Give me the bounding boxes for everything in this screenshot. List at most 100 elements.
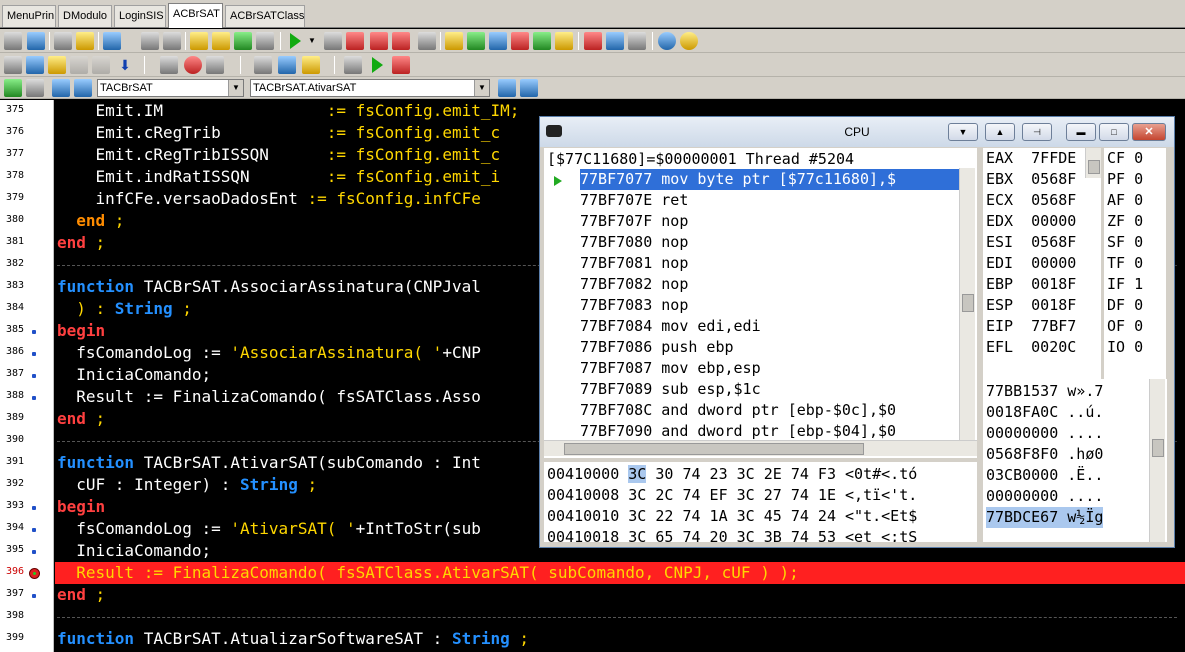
explorer-icon[interactable] bbox=[606, 32, 624, 50]
stack-scrollbar[interactable] bbox=[1149, 379, 1165, 542]
brush-icon[interactable] bbox=[302, 56, 320, 74]
flag-row[interactable]: DF 0 bbox=[1107, 295, 1143, 316]
registers-scrollbar[interactable] bbox=[1085, 148, 1101, 178]
disasm-row[interactable]: 77BF707E ret bbox=[580, 190, 688, 211]
breakpoint-icon[interactable] bbox=[29, 568, 40, 579]
code-line[interactable]: function TACBrSAT.AtualizarSoftwareSAT :… bbox=[55, 628, 1185, 650]
stack-row-selected[interactable]: 77BDCE67 w½Ïg bbox=[986, 507, 1104, 528]
module-icon[interactable] bbox=[511, 32, 529, 50]
registers-pane[interactable]: EAX 7FFDE EBX 0568F ECX 0568F EDX 00000 … bbox=[983, 148, 1101, 383]
cpu-window[interactable]: CPU ▼ ▲ ⊣ ▬ □ ✕ [$77C11680]=$00000001 Th… bbox=[539, 116, 1175, 548]
flag-row[interactable]: ZF 0 bbox=[1107, 211, 1143, 232]
program-reset-icon[interactable] bbox=[418, 32, 436, 50]
close-button[interactable]: ✕ bbox=[1132, 123, 1166, 141]
register-row[interactable]: EBP 0018F bbox=[986, 274, 1076, 295]
disasm-row[interactable]: 77BF7089 sub esp,$1c bbox=[580, 379, 761, 400]
tab-dmodulo[interactable]: DModulo bbox=[58, 5, 112, 27]
register-row[interactable]: EDX 00000 bbox=[986, 211, 1076, 232]
redo-icon[interactable] bbox=[92, 56, 110, 74]
braces-icon[interactable] bbox=[278, 56, 296, 74]
run-without-debug-icon[interactable] bbox=[372, 57, 383, 73]
register-row[interactable]: EIP 77BF7 bbox=[986, 316, 1076, 337]
flag-row[interactable]: CF 0 bbox=[1107, 148, 1143, 169]
maximize-button[interactable]: □ bbox=[1099, 123, 1129, 141]
method-combo[interactable]: TACBrSAT.AtivarSAT ▼ bbox=[250, 79, 490, 97]
interface-icon[interactable] bbox=[52, 79, 70, 97]
align-palette-icon[interactable] bbox=[467, 32, 485, 50]
disasm-row[interactable]: 77BF7083 nop bbox=[580, 295, 688, 316]
memory-dump-pane[interactable]: 00410000 3C 30 74 23 3C 2E 74 F3 <0t#<.t… bbox=[544, 462, 977, 542]
package-icon[interactable] bbox=[533, 32, 551, 50]
disasm-row[interactable]: 77BF7086 push ebp bbox=[580, 337, 734, 358]
new-items-icon[interactable] bbox=[27, 32, 45, 50]
new-form-icon[interactable] bbox=[4, 32, 22, 50]
dropdown-button[interactable]: ▼ bbox=[948, 123, 978, 141]
database-icon[interactable] bbox=[555, 32, 573, 50]
flag-row[interactable]: AF 0 bbox=[1107, 190, 1143, 211]
files-icon[interactable] bbox=[254, 56, 272, 74]
save-all-icon[interactable] bbox=[163, 32, 181, 50]
tab-acbrsat[interactable]: ACBrSAT bbox=[168, 3, 223, 28]
compiled-line-marker[interactable] bbox=[32, 330, 36, 334]
tools-icon[interactable] bbox=[584, 32, 602, 50]
flags-pane[interactable]: CF 0 PF 0 AF 0 ZF 0 SF 0 TF 0 IF 1 DF 0 … bbox=[1104, 148, 1166, 383]
scrollbar-thumb[interactable] bbox=[962, 294, 974, 312]
add-to-project-icon[interactable] bbox=[212, 32, 230, 50]
disasm-vertical-scrollbar[interactable] bbox=[959, 168, 975, 440]
stack-row[interactable]: 03CB0000 .Ë.. bbox=[986, 465, 1103, 486]
stack-row[interactable]: 0018FA0C ..ú. bbox=[986, 402, 1103, 423]
flag-row[interactable]: TF 0 bbox=[1107, 253, 1143, 274]
register-row[interactable]: EAX 7FFDE bbox=[986, 148, 1076, 169]
disasm-horizontal-scrollbar[interactable] bbox=[544, 440, 977, 456]
tab-acbrsatclass[interactable]: ACBrSATClass bbox=[225, 5, 305, 27]
class-combo[interactable]: TACBrSAT ▼ bbox=[97, 79, 244, 97]
playback-icon[interactable] bbox=[206, 56, 224, 74]
compiled-line-marker[interactable] bbox=[32, 506, 36, 510]
options-icon[interactable] bbox=[628, 32, 646, 50]
flag-row[interactable]: PF 0 bbox=[1107, 169, 1143, 190]
glasses-icon[interactable] bbox=[160, 56, 178, 74]
arrow-down-icon[interactable]: ⬇ bbox=[116, 56, 134, 74]
scrollbar-thumb[interactable] bbox=[1088, 160, 1100, 174]
disasm-row[interactable]: 77BF7081 nop bbox=[580, 253, 688, 274]
cpu-window-titlebar[interactable]: CPU ▼ ▲ ⊣ ▬ □ ✕ bbox=[540, 117, 1174, 147]
implementation-icon[interactable] bbox=[74, 79, 92, 97]
compiled-line-marker[interactable] bbox=[32, 374, 36, 378]
open-icon[interactable] bbox=[54, 32, 72, 50]
register-row[interactable]: EFL 0020C bbox=[986, 337, 1076, 358]
flag-row[interactable]: SF 0 bbox=[1107, 232, 1143, 253]
disassembly-pane[interactable]: [$77C11680]=$00000001 Thread #5204 77BF7… bbox=[544, 148, 977, 458]
open-project-icon[interactable] bbox=[76, 32, 94, 50]
tab-loginsis[interactable]: LoginSIS bbox=[114, 5, 166, 27]
run-dropdown-icon[interactable]: ▼ bbox=[308, 32, 318, 50]
register-row[interactable]: ESP 0018F bbox=[986, 295, 1076, 316]
stack-row[interactable]: 77BB1537 w».7 bbox=[986, 381, 1103, 402]
record-icon[interactable] bbox=[184, 56, 202, 74]
form-designer-icon[interactable] bbox=[445, 32, 463, 50]
window-icon[interactable] bbox=[26, 79, 44, 97]
disasm-row[interactable]: 77BF7080 nop bbox=[580, 232, 688, 253]
disasm-row[interactable]: 77BF7084 mov edi,edi bbox=[580, 316, 761, 337]
stack-row[interactable]: 0568F8F0 .hø0 bbox=[986, 444, 1103, 465]
flag-row[interactable]: OF 0 bbox=[1107, 316, 1143, 337]
align-left-icon[interactable] bbox=[498, 79, 516, 97]
stack-row[interactable]: 00000000 .... bbox=[986, 423, 1103, 444]
toggle-form-unit-icon[interactable] bbox=[234, 32, 252, 50]
run-to-cursor-icon[interactable] bbox=[392, 32, 410, 50]
copy-icon[interactable] bbox=[26, 56, 44, 74]
tip-bulb-icon[interactable] bbox=[680, 32, 698, 50]
disasm-row[interactable]: 77BF7082 nop bbox=[580, 274, 688, 295]
register-row[interactable]: ESI 0568F bbox=[986, 232, 1076, 253]
compiled-line-marker[interactable] bbox=[32, 550, 36, 554]
compiled-line-marker[interactable] bbox=[32, 594, 36, 598]
pause-icon[interactable] bbox=[324, 32, 342, 50]
disasm-row-selected[interactable]: 77BF7077 mov byte ptr [$77c11680],$ bbox=[580, 169, 960, 190]
register-row[interactable]: ECX 0568F bbox=[986, 190, 1076, 211]
compile-icon[interactable] bbox=[344, 56, 362, 74]
line-number-gutter[interactable]: 375 376 377 378 379 380 381 382 383 384 … bbox=[0, 100, 54, 652]
structure-icon[interactable] bbox=[4, 79, 22, 97]
stack-row[interactable]: 00000000 .... bbox=[986, 486, 1103, 507]
pin-icon[interactable]: ⊣ bbox=[1022, 123, 1052, 141]
cut-icon[interactable] bbox=[4, 56, 22, 74]
help-icon[interactable] bbox=[658, 32, 676, 50]
